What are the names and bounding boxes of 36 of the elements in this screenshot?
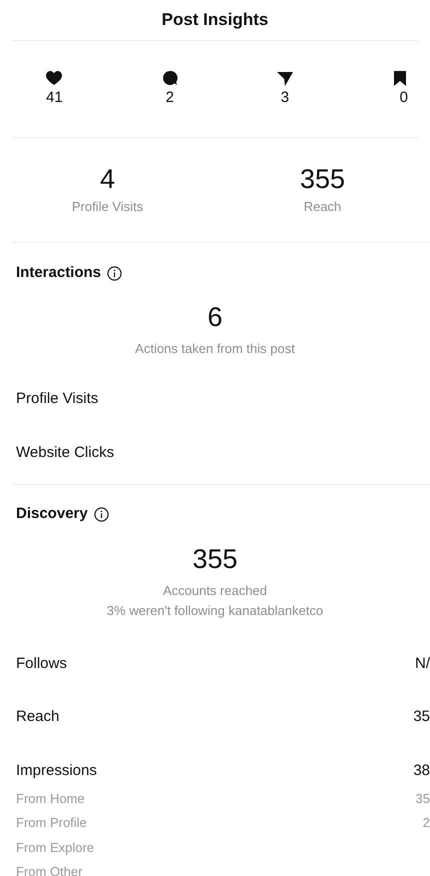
total-note: 3% weren't following kanatablanketco	[106, 602, 324, 620]
engagement-count: 41	[46, 88, 63, 108]
metric-label: Profile Visits	[16, 389, 98, 409]
total-value: 355	[192, 543, 238, 576]
engagement-count: 0	[400, 88, 408, 108]
bookmark-icon	[392, 70, 408, 87]
section-heading: Interactions	[16, 262, 102, 283]
source-label: From Explore	[16, 838, 94, 857]
total-caption: Actions taken from this post	[135, 340, 295, 358]
stat-value: 355	[300, 163, 346, 196]
info-icon[interactable]	[94, 506, 109, 522]
source-value: 35	[416, 790, 430, 808]
source-label: From Other	[16, 863, 82, 876]
metric-label: Website Clicks	[16, 443, 114, 463]
metric-label: Follows	[16, 654, 67, 674]
metric-value: 35	[413, 707, 430, 728]
page-title: Post Insights	[162, 9, 268, 32]
stat-label: Profile Visits	[72, 198, 144, 216]
paper-plane-icon	[276, 70, 293, 87]
metric-value: N/	[415, 654, 430, 674]
stat-value: 4	[100, 163, 116, 196]
metric-label: Reach	[16, 707, 60, 728]
total-caption: Accounts reached	[162, 582, 268, 600]
section-heading: Discovery	[16, 504, 88, 524]
source-value: 2	[422, 814, 430, 832]
info-icon[interactable]	[107, 266, 122, 280]
speech-bubble-icon	[162, 70, 178, 87]
engagement-count: 2	[166, 88, 174, 108]
engagement-count: 3	[280, 88, 290, 108]
stat-label: Reach	[304, 198, 342, 216]
metric-label: Impressions	[16, 760, 97, 780]
heart-icon	[46, 70, 62, 87]
metric-value: 38	[413, 760, 430, 780]
source-label: From Home	[16, 790, 85, 808]
source-label: From Profile	[16, 814, 87, 832]
total-value: 6	[207, 301, 223, 334]
